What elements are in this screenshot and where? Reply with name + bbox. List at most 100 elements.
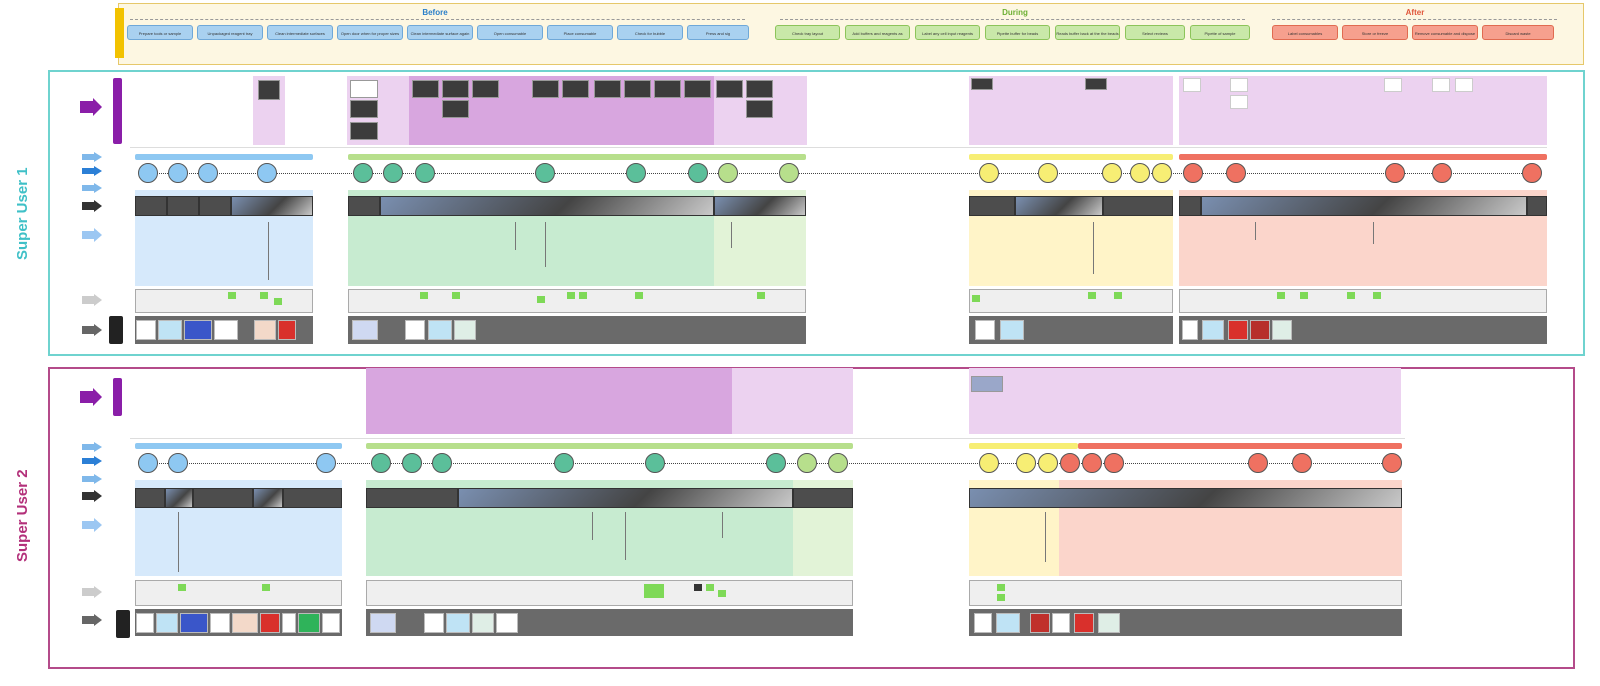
step-card[interactable]: Label consumables [1272, 25, 1338, 40]
step-node[interactable] [353, 163, 373, 183]
step-node[interactable] [1152, 163, 1172, 183]
step-node[interactable] [1522, 163, 1542, 183]
sticky-note[interactable] [706, 584, 714, 591]
flow-line [515, 222, 516, 250]
sticky-note[interactable] [1277, 292, 1285, 299]
sticky-note[interactable] [567, 292, 575, 299]
step-card[interactable]: Add buffers and reagents as necessary [845, 25, 910, 40]
sticky-note[interactable] [1373, 292, 1381, 299]
ui-screenshot [716, 80, 743, 98]
sticky-note[interactable] [452, 292, 460, 299]
sticky-note[interactable] [420, 292, 428, 299]
sticky-note[interactable] [260, 292, 268, 299]
step-node[interactable] [1038, 453, 1058, 473]
sticky-note[interactable] [694, 584, 702, 591]
step-node[interactable] [316, 453, 336, 473]
step-node[interactable] [797, 453, 817, 473]
step-node[interactable] [1130, 163, 1150, 183]
step-node[interactable] [1038, 163, 1058, 183]
sticky-note[interactable] [997, 594, 1005, 601]
step-node[interactable] [168, 453, 188, 473]
step-node[interactable] [645, 453, 665, 473]
sticky-note[interactable] [635, 292, 643, 299]
step-card[interactable]: Open consumable [477, 25, 543, 40]
box-icon [496, 613, 518, 633]
photo-placeholder [193, 488, 253, 508]
step-node[interactable] [138, 453, 158, 473]
step-node[interactable] [779, 163, 799, 183]
flow-line [731, 222, 732, 248]
step-card[interactable]: Place consumable [547, 25, 613, 40]
sticky-note[interactable] [757, 292, 765, 299]
step-node[interactable] [1016, 453, 1036, 473]
step-card[interactable]: Unpackaged reagent tray [197, 25, 263, 40]
step-node[interactable] [1104, 453, 1124, 473]
step-node[interactable] [1385, 163, 1405, 183]
step-card[interactable]: Remove consumable and dispose or clean [1412, 25, 1478, 40]
step-card[interactable]: Pipette buffer for beads [985, 25, 1050, 40]
step-card[interactable]: Check tray layout [775, 25, 840, 40]
sticky-note[interactable] [1088, 292, 1096, 299]
sticky-note[interactable] [997, 584, 1005, 591]
step-node[interactable] [766, 453, 786, 473]
sticky-note[interactable] [1300, 292, 1308, 299]
sticky-note[interactable] [1347, 292, 1355, 299]
step-node[interactable] [554, 453, 574, 473]
step-node[interactable] [979, 163, 999, 183]
sticky-note[interactable] [1114, 292, 1122, 299]
step-card[interactable]: Press and sig [687, 25, 749, 40]
sticky-note[interactable] [228, 292, 236, 299]
step-card[interactable]: Prepare tools or sample [127, 25, 193, 40]
step-node[interactable] [688, 163, 708, 183]
step-node[interactable] [402, 453, 422, 473]
step-node[interactable] [535, 163, 555, 183]
step-node[interactable] [1183, 163, 1203, 183]
notes-box [135, 289, 313, 313]
step-node[interactable] [1248, 453, 1268, 473]
step-node[interactable] [138, 163, 158, 183]
sticky-note[interactable] [262, 584, 270, 591]
step-node[interactable] [257, 163, 277, 183]
step-node[interactable] [979, 453, 999, 473]
step-node[interactable] [168, 163, 188, 183]
step-node[interactable] [383, 163, 403, 183]
step-node[interactable] [718, 163, 738, 183]
ui-screenshot [258, 80, 280, 100]
box-icon [232, 613, 258, 633]
sticky-note[interactable] [178, 584, 186, 591]
step-card[interactable]: Check for bubble [617, 25, 683, 40]
step-node[interactable] [1102, 163, 1122, 183]
step-node[interactable] [1226, 163, 1246, 183]
step-node[interactable] [1082, 453, 1102, 473]
arrow-right-icon [82, 152, 102, 162]
step-node[interactable] [1292, 453, 1312, 473]
sticky-note[interactable] [718, 590, 726, 597]
step-card[interactable]: Reads buffer back at the the beads [1055, 25, 1120, 40]
ui-screenshot [1455, 78, 1473, 92]
step-card[interactable]: Label any cell input reagents [915, 25, 980, 40]
flow-line [1093, 222, 1094, 274]
step-card[interactable]: Open door when for proper sizes [337, 25, 403, 40]
step-card[interactable]: Select reviews [1125, 25, 1185, 40]
step-node[interactable] [415, 163, 435, 183]
arrow-right-icon [82, 456, 102, 466]
sticky-note[interactable] [972, 295, 980, 302]
sticky-note[interactable] [274, 298, 282, 305]
step-card[interactable]: Discard waste [1482, 25, 1554, 40]
step-node[interactable] [198, 163, 218, 183]
sticky-note[interactable] [644, 584, 664, 598]
step-node[interactable] [626, 163, 646, 183]
step-node[interactable] [1060, 453, 1080, 473]
step-node[interactable] [828, 453, 848, 473]
sticky-note[interactable] [537, 296, 545, 303]
step-node[interactable] [371, 453, 391, 473]
step-node[interactable] [1382, 453, 1402, 473]
step-node[interactable] [432, 453, 452, 473]
glove-icon [158, 320, 182, 340]
step-card[interactable]: Store or freeze [1342, 25, 1408, 40]
step-card[interactable]: Clean intermediate surface again optiona… [407, 25, 473, 40]
sticky-note[interactable] [579, 292, 587, 299]
step-card[interactable]: Clean intermediate surfaces [267, 25, 333, 40]
step-card[interactable]: Pipette of sample [1190, 25, 1250, 40]
step-node[interactable] [1432, 163, 1452, 183]
